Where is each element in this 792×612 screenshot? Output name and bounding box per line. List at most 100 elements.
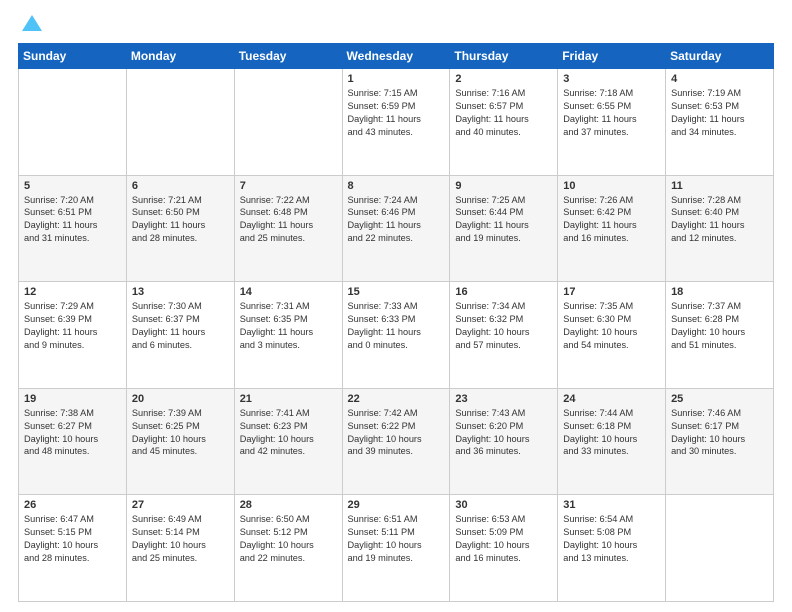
cell-daylight-info: Sunrise: 6:53 AM Sunset: 5:09 PM Dayligh… [455, 513, 552, 565]
day-number: 3 [563, 73, 660, 85]
day-number: 26 [24, 499, 121, 511]
cell-daylight-info: Sunrise: 7:38 AM Sunset: 6:27 PM Dayligh… [24, 407, 121, 459]
calendar-cell: 20Sunrise: 7:39 AM Sunset: 6:25 PM Dayli… [126, 388, 234, 495]
day-number: 15 [348, 286, 445, 298]
cell-daylight-info: Sunrise: 7:34 AM Sunset: 6:32 PM Dayligh… [455, 300, 552, 352]
calendar-cell: 31 Sunrise: 6:54 AM Sunset: 5:08 PM Dayli… [558, 495, 666, 602]
week-row-1: 1 Sunrise: 7:15 AM Sunset: 6:59 PM Daylig… [19, 69, 774, 176]
calendar-cell: 6 Sunrise: 7:21 AM Sunset: 6:50 PM Daylig… [126, 175, 234, 282]
day-number: 12 [24, 286, 121, 298]
cell-daylight-info: Sunrise: 6:50 AM Sunset: 5:12 PM Dayligh… [240, 513, 337, 565]
week-row-4: 19 Sunrise: 7:38 AM Sunset: 6:27 PM Dayli… [19, 388, 774, 495]
cell-daylight-info: Sunrise: 7:46 AM Sunset: 6:17 PM Dayligh… [671, 407, 768, 459]
weekday-header-friday: Friday [558, 44, 666, 69]
cell-daylight-info: Sunrise: 6:47 AM Sunset: 5:15 PM Dayligh… [24, 513, 121, 565]
cell-daylight-info: Sunrise: 7:44 AM Sunset: 6:18 PM Dayligh… [563, 407, 660, 459]
calendar-cell: 1 Sunrise: 7:15 AM Sunset: 6:59 PM Daylig… [342, 69, 450, 176]
weekday-header-sunday: Sunday [19, 44, 127, 69]
calendar-cell: 22 Sunrise: 7:42 AM Sunset: 6:22 PM Dayli… [342, 388, 450, 495]
day-number: 18 [671, 286, 768, 298]
calendar-cell [234, 69, 342, 176]
calendar-cell: 25 Sunrise: 7:46 AM Sunset: 6:17 PM Dayli… [666, 388, 774, 495]
logo-triangle-icon [22, 15, 42, 31]
cell-daylight-info: Sunrise: 7:29 AM Sunset: 6:39 PM Dayligh… [24, 300, 121, 352]
calendar-cell: 10 Sunrise: 7:26 AM Sunset: 6:42 PM Dayli… [558, 175, 666, 282]
cell-daylight-info: Sunrise: 6:49 AM Sunset: 5:14 PM Dayligh… [132, 513, 229, 565]
logo [18, 15, 42, 33]
day-number: 11 [671, 180, 768, 192]
cell-daylight-info: Sunrise: 7:33 AM Sunset: 6:33 PM Dayligh… [348, 300, 445, 352]
cell-daylight-info: Sunrise: 7:31 AM Sunset: 6:35 PM Dayligh… [240, 300, 337, 352]
calendar-table: SundayMondayTuesdayWednesdayThursdayFrid… [18, 43, 774, 602]
calendar-cell: 13Sunrise: 7:30 AM Sunset: 6:37 PM Dayli… [126, 282, 234, 389]
day-number: 5 [24, 180, 121, 192]
cell-daylight-info: Sunrise: 7:22 AM Sunset: 6:48 PM Dayligh… [240, 194, 337, 246]
calendar-cell: 16Sunrise: 7:34 AM Sunset: 6:32 PM Dayli… [450, 282, 558, 389]
day-number: 24 [563, 393, 660, 405]
week-row-2: 5 Sunrise: 7:20 AM Sunset: 6:51 PM Daylig… [19, 175, 774, 282]
day-number: 31 [563, 499, 660, 511]
cell-daylight-info: Sunrise: 7:41 AM Sunset: 6:23 PM Dayligh… [240, 407, 337, 459]
calendar-cell [19, 69, 127, 176]
cell-daylight-info: Sunrise: 7:37 AM Sunset: 6:28 PM Dayligh… [671, 300, 768, 352]
calendar-cell: 9 Sunrise: 7:25 AM Sunset: 6:44 PM Daylig… [450, 175, 558, 282]
calendar-cell: 21 Sunrise: 7:41 AM Sunset: 6:23 PM Dayli… [234, 388, 342, 495]
day-number: 6 [132, 180, 229, 192]
page: SundayMondayTuesdayWednesdayThursdayFrid… [0, 0, 792, 612]
cell-daylight-info: Sunrise: 7:15 AM Sunset: 6:59 PM Dayligh… [348, 87, 445, 139]
day-number: 21 [240, 393, 337, 405]
calendar-cell: 24 Sunrise: 7:44 AM Sunset: 6:18 PM Dayli… [558, 388, 666, 495]
weekday-header-monday: Monday [126, 44, 234, 69]
calendar-cell: 8 Sunrise: 7:24 AM Sunset: 6:46 PM Daylig… [342, 175, 450, 282]
day-number: 29 [348, 499, 445, 511]
calendar-cell: 26 Sunrise: 6:47 AM Sunset: 5:15 PM Dayli… [19, 495, 127, 602]
cell-daylight-info: Sunrise: 7:25 AM Sunset: 6:44 PM Dayligh… [455, 194, 552, 246]
calendar-cell: 30 Sunrise: 6:53 AM Sunset: 5:09 PM Dayli… [450, 495, 558, 602]
cell-daylight-info: Sunrise: 7:20 AM Sunset: 6:51 PM Dayligh… [24, 194, 121, 246]
cell-daylight-info: Sunrise: 7:21 AM Sunset: 6:50 PM Dayligh… [132, 194, 229, 246]
calendar-cell: 11 Sunrise: 7:28 AM Sunset: 6:40 PM Dayli… [666, 175, 774, 282]
cell-daylight-info: Sunrise: 7:43 AM Sunset: 6:20 PM Dayligh… [455, 407, 552, 459]
day-number: 23 [455, 393, 552, 405]
cell-daylight-info: Sunrise: 7:26 AM Sunset: 6:42 PM Dayligh… [563, 194, 660, 246]
calendar-cell [126, 69, 234, 176]
calendar-cell: 4Sunrise: 7:19 AM Sunset: 6:53 PM Daylig… [666, 69, 774, 176]
cell-daylight-info: Sunrise: 6:54 AM Sunset: 5:08 PM Dayligh… [563, 513, 660, 565]
calendar-cell: 14Sunrise: 7:31 AM Sunset: 6:35 PM Dayli… [234, 282, 342, 389]
calendar-cell: 18 Sunrise: 7:37 AM Sunset: 6:28 PM Dayli… [666, 282, 774, 389]
day-number: 20 [132, 393, 229, 405]
day-number: 13 [132, 286, 229, 298]
calendar-cell: 19 Sunrise: 7:38 AM Sunset: 6:27 PM Dayli… [19, 388, 127, 495]
calendar-cell: 2 Sunrise: 7:16 AM Sunset: 6:57 PM Daylig… [450, 69, 558, 176]
weekday-header-row: SundayMondayTuesdayWednesdayThursdayFrid… [19, 44, 774, 69]
cell-daylight-info: Sunrise: 7:16 AM Sunset: 6:57 PM Dayligh… [455, 87, 552, 139]
cell-daylight-info: Sunrise: 7:19 AM Sunset: 6:53 PM Dayligh… [671, 87, 768, 139]
day-number: 8 [348, 180, 445, 192]
day-number: 7 [240, 180, 337, 192]
calendar-cell [666, 495, 774, 602]
day-number: 30 [455, 499, 552, 511]
cell-daylight-info: Sunrise: 7:24 AM Sunset: 6:46 PM Dayligh… [348, 194, 445, 246]
day-number: 22 [348, 393, 445, 405]
calendar-cell: 7 Sunrise: 7:22 AM Sunset: 6:48 PM Daylig… [234, 175, 342, 282]
day-number: 10 [563, 180, 660, 192]
cell-daylight-info: Sunrise: 7:42 AM Sunset: 6:22 PM Dayligh… [348, 407, 445, 459]
calendar-cell: 3Sunrise: 7:18 AM Sunset: 6:55 PM Daylig… [558, 69, 666, 176]
calendar-cell: 17 Sunrise: 7:35 AM Sunset: 6:30 PM Dayli… [558, 282, 666, 389]
cell-daylight-info: Sunrise: 7:28 AM Sunset: 6:40 PM Dayligh… [671, 194, 768, 246]
day-number: 28 [240, 499, 337, 511]
weekday-header-wednesday: Wednesday [342, 44, 450, 69]
cell-daylight-info: Sunrise: 7:35 AM Sunset: 6:30 PM Dayligh… [563, 300, 660, 352]
calendar-cell: 15 Sunrise: 7:33 AM Sunset: 6:33 PM Dayli… [342, 282, 450, 389]
cell-daylight-info: Sunrise: 6:51 AM Sunset: 5:11 PM Dayligh… [348, 513, 445, 565]
day-number: 1 [348, 73, 445, 85]
week-row-5: 26 Sunrise: 6:47 AM Sunset: 5:15 PM Dayli… [19, 495, 774, 602]
day-number: 2 [455, 73, 552, 85]
calendar-cell: 5 Sunrise: 7:20 AM Sunset: 6:51 PM Daylig… [19, 175, 127, 282]
day-number: 25 [671, 393, 768, 405]
calendar-cell: 23 Sunrise: 7:43 AM Sunset: 6:20 PM Dayli… [450, 388, 558, 495]
day-number: 17 [563, 286, 660, 298]
day-number: 19 [24, 393, 121, 405]
day-number: 9 [455, 180, 552, 192]
header [18, 15, 774, 33]
